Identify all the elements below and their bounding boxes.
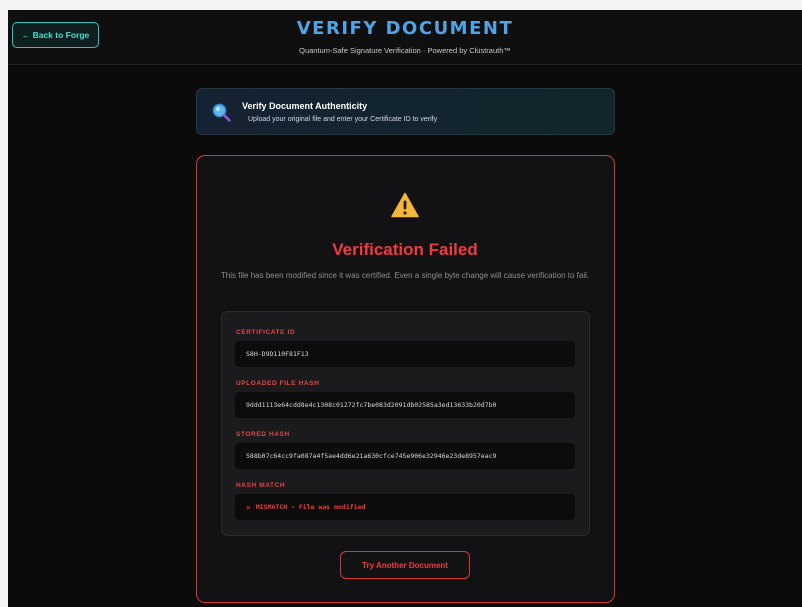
stored-hash-label: STORED HASH bbox=[236, 431, 290, 438]
page-subtitle: Quantum-Safe Signature Verification · Po… bbox=[299, 46, 511, 55]
verification-details: CERTIFICATE ID S8H-D9D110F81F13 UPLOADED… bbox=[221, 311, 590, 536]
certificate-id-label: CERTIFICATE ID bbox=[236, 329, 296, 336]
verification-result-card: Verification Failed This file has been m… bbox=[196, 155, 615, 603]
result-description: This file has been modified since it was… bbox=[220, 271, 590, 280]
info-title: Verify Document Authenticity bbox=[242, 101, 368, 111]
page: ← Back to Forge VERIFY DOCUMENT Quantum-… bbox=[8, 10, 802, 607]
uploaded-hash-value: 9ddd1113e64cdd8e4c1308c01272fc7be083d209… bbox=[235, 392, 575, 418]
info-banner: Verify Document Authenticity Upload your… bbox=[196, 88, 615, 135]
hash-match-text: MISMATCH - File was modified bbox=[255, 503, 366, 511]
hash-match-value: ✕ MISMATCH - File was modified bbox=[235, 494, 575, 520]
result-title: Verification Failed bbox=[332, 240, 478, 259]
page-title: VERIFY DOCUMENT bbox=[296, 18, 514, 39]
try-another-document-button[interactable]: Try Another Document bbox=[340, 551, 470, 579]
uploaded-hash-label: UPLOADED FILE HASH bbox=[236, 380, 320, 387]
cross-icon: ✕ bbox=[246, 502, 251, 512]
magnifier-icon bbox=[212, 103, 231, 122]
stored-hash-value: 588b07c64cc9fa087a4f5ae4dd6e21a630cfce74… bbox=[235, 443, 575, 469]
hash-match-label: HASH MATCH bbox=[236, 482, 286, 489]
top-bar: ← Back to Forge VERIFY DOCUMENT Quantum-… bbox=[8, 10, 802, 65]
warning-icon bbox=[391, 192, 419, 218]
certificate-id-value: S8H-D9D110F81F13 bbox=[235, 341, 575, 367]
info-subtitle: Upload your original file and enter your… bbox=[248, 116, 438, 123]
